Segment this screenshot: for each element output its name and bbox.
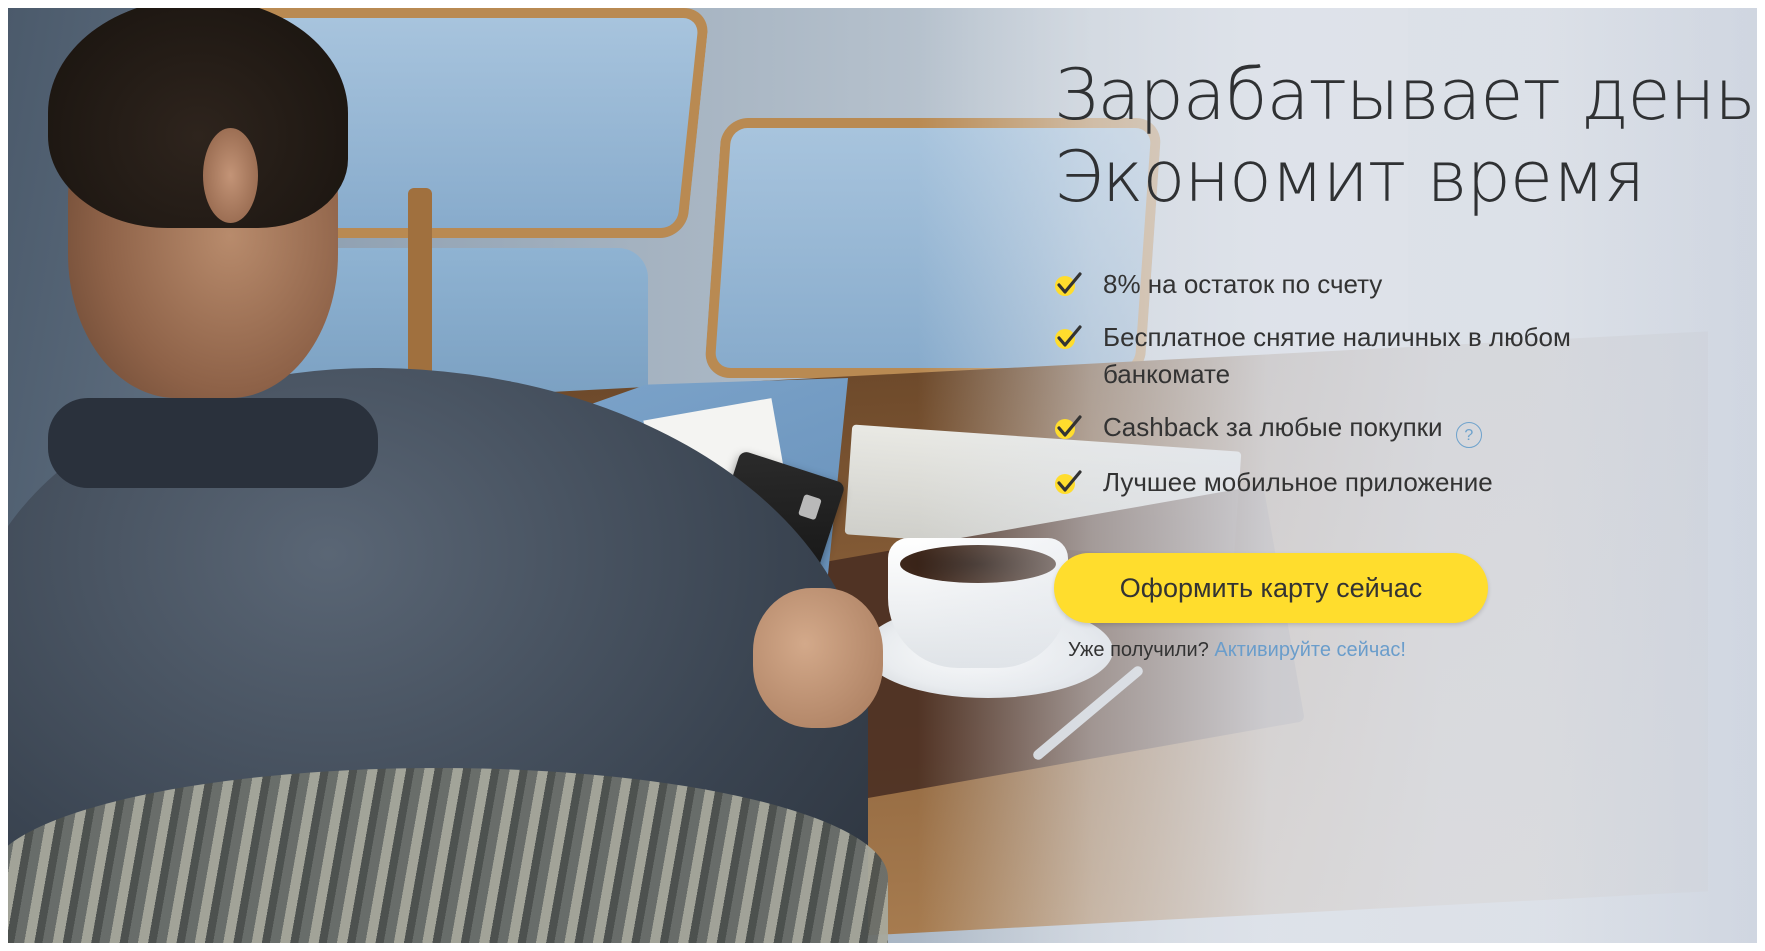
check-icon xyxy=(1055,415,1082,439)
headline-line-1: Зарабатывает деньги. xyxy=(1054,54,1757,136)
feature-label: Бесплатное снятие наличных в любом банко… xyxy=(1103,322,1571,389)
hero-content: Зарабатывает деньги. Экономит время 8% н… xyxy=(1054,54,1757,662)
check-icon xyxy=(1055,325,1082,349)
feature-item: Бесплатное снятие наличных в любом банко… xyxy=(1054,319,1654,393)
check-icon xyxy=(1055,470,1082,494)
feature-item: Cashback за любые покупки ? xyxy=(1054,409,1654,448)
question-icon[interactable]: ? xyxy=(1455,422,1482,448)
activate-link[interactable]: Активируйте сейчас! xyxy=(1214,639,1406,661)
hero-headline: Зарабатывает деньги. Экономит время xyxy=(1054,54,1757,218)
feature-label: 8% на остаток по счету xyxy=(1103,269,1383,299)
check-icon xyxy=(1055,272,1082,296)
apply-card-button[interactable]: Оформить карту сейчас xyxy=(1054,553,1488,623)
activate-line: Уже получили? Активируйте сейчас! xyxy=(1068,639,1734,662)
feature-item: Лучшее мобильное приложение xyxy=(1054,464,1654,501)
feature-item: 8% на остаток по счету xyxy=(1054,266,1654,303)
headline-line-2: Экономит время xyxy=(1054,136,1645,218)
feature-list: 8% на остаток по счету Бесплатное снятие… xyxy=(1054,266,1654,501)
already-received-text: Уже получили? xyxy=(1068,639,1209,661)
feature-label: Cashback за любые покупки xyxy=(1103,412,1443,442)
feature-label: Лучшее мобильное приложение xyxy=(1103,467,1493,497)
hero-banner: Зарабатывает деньги. Экономит время 8% н… xyxy=(8,8,1757,943)
